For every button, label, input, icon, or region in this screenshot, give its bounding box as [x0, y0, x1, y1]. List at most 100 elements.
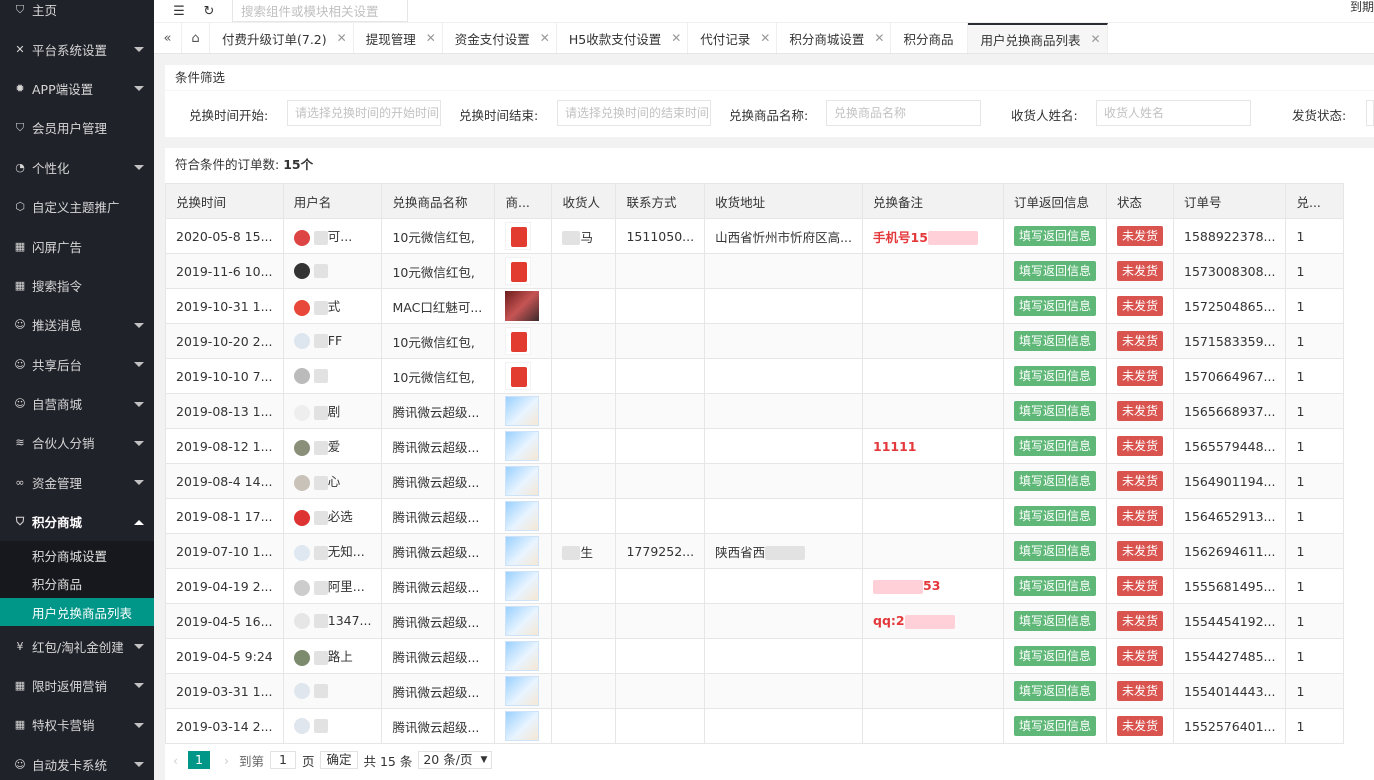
cloud-thumbnail[interactable]: [505, 641, 540, 671]
fill-return-info-button[interactable]: 填写返回信息: [1014, 506, 1097, 526]
column-header[interactable]: 状态: [1106, 183, 1175, 219]
column-header[interactable]: 收货地址: [704, 183, 863, 219]
tab[interactable]: 积分商品: [891, 23, 969, 53]
fill-return-info-button[interactable]: 填写返回信息: [1014, 716, 1097, 736]
sidebar-item[interactable]: ✕ 平台系统设置: [0, 29, 154, 68]
cloud-thumbnail[interactable]: [505, 431, 540, 461]
fill-return-info-button[interactable]: 填写返回信息: [1014, 366, 1097, 386]
receiver-name-input[interactable]: 收货人姓名: [1096, 100, 1251, 126]
red-envelope-thumbnail[interactable]: [505, 257, 532, 285]
close-icon[interactable]: ✕: [540, 31, 550, 45]
close-icon[interactable]: ✕: [426, 31, 436, 45]
column-header[interactable]: 兑换备注: [862, 183, 1004, 219]
column-header[interactable]: 订单号: [1173, 183, 1287, 219]
prev-page-button[interactable]: ‹: [173, 753, 178, 768]
sidebar-item[interactable]: ▦ 闪屏广告: [0, 226, 154, 265]
column-header[interactable]: 商...: [494, 183, 553, 219]
sidebar-item[interactable]: ▦ 限时返佣营销: [0, 666, 154, 705]
fill-return-info-button[interactable]: 填写返回信息: [1014, 331, 1097, 351]
cell-thumb: [494, 428, 553, 464]
fill-return-info-button[interactable]: 填写返回信息: [1014, 436, 1097, 456]
column-header[interactable]: 用户名: [282, 183, 383, 219]
sidebar-item[interactable]: ▦ 搜索指令: [0, 266, 154, 305]
sidebar-item[interactable]: ⛉ 会员用户管理: [0, 108, 154, 147]
close-icon[interactable]: ✕: [671, 31, 681, 45]
tab[interactable]: H5收款支付设置 ✕: [557, 23, 689, 53]
column-header[interactable]: 收货人: [551, 183, 617, 219]
ship-status-select[interactable]: [1366, 100, 1374, 126]
start-time-input[interactable]: 请选择兑换时间的开始时间: [287, 100, 441, 126]
fill-return-info-button[interactable]: 填写返回信息: [1014, 471, 1097, 491]
tab[interactable]: 代付记录 ✕: [688, 23, 778, 53]
close-icon[interactable]: ✕: [1090, 32, 1100, 46]
cloud-thumbnail[interactable]: [505, 676, 540, 706]
fill-return-info-button[interactable]: 填写返回信息: [1014, 401, 1097, 421]
tab[interactable]: 付费升级订单(7.2) ✕: [210, 23, 354, 53]
goto-confirm-button[interactable]: 确定: [320, 751, 358, 769]
cloud-thumbnail[interactable]: [505, 606, 540, 636]
cell-status: 未发货: [1106, 533, 1175, 569]
red-envelope-thumbnail[interactable]: [505, 362, 532, 390]
red-envelope-thumbnail[interactable]: [505, 222, 532, 250]
tab[interactable]: 用户兑换商品列表 ✕: [968, 23, 1108, 53]
page-size-select[interactable]: 20 条/页: [418, 751, 493, 769]
menu-toggle-icon[interactable]: ☰: [164, 0, 194, 22]
end-time-input[interactable]: 请选择兑换时间的结束时间: [557, 100, 711, 126]
sidebar-item[interactable]: ☺ 共享后台: [0, 345, 154, 384]
fill-return-info-button[interactable]: 填写返回信息: [1014, 541, 1097, 561]
sidebar-item[interactable]: ☺ 自营商城: [0, 384, 154, 423]
sidebar-subitem[interactable]: 积分商品: [0, 570, 154, 598]
cloud-thumbnail[interactable]: [505, 501, 540, 531]
sidebar-item[interactable]: ≋ 合伙人分销: [0, 423, 154, 462]
cell-user: 必选: [282, 498, 383, 534]
tab[interactable]: 提现管理 ✕: [354, 23, 443, 53]
column-header[interactable]: 兑...: [1285, 183, 1345, 219]
sidebar-item-label: 特权卡营销: [32, 718, 95, 734]
current-page-button[interactable]: 1: [188, 751, 210, 769]
goto-page-input[interactable]: 1: [269, 751, 296, 769]
fill-return-info-button[interactable]: 填写返回信息: [1014, 226, 1097, 246]
sidebar-subitem[interactable]: 积分商城设置: [0, 541, 154, 569]
fill-return-info-button[interactable]: 填写返回信息: [1014, 261, 1097, 281]
cell-receiver: [551, 253, 617, 289]
sidebar-item[interactable]: ⛉ 积分商城: [0, 502, 154, 541]
lipstick-thumbnail[interactable]: [505, 291, 540, 321]
sidebar-item[interactable]: ▦ 特权卡营销: [0, 705, 154, 744]
fill-return-info-button[interactable]: 填写返回信息: [1014, 296, 1097, 316]
refresh-icon[interactable]: ↻: [194, 0, 224, 22]
goods-name-input[interactable]: 兑换商品名称: [826, 100, 981, 126]
sidebar-item[interactable]: ☺ 推送消息: [0, 305, 154, 344]
next-page-button[interactable]: ›: [224, 753, 229, 768]
sidebar-item[interactable]: ☺ 自动发卡系统: [0, 745, 154, 780]
cloud-thumbnail[interactable]: [505, 571, 540, 601]
home-icon[interactable]: ⌂: [182, 23, 210, 53]
column-header[interactable]: 兑换时间: [165, 183, 284, 219]
tabs-scroll-left-icon[interactable]: «: [154, 23, 182, 53]
fill-return-info-button[interactable]: 填写返回信息: [1014, 611, 1097, 631]
fill-return-info-button[interactable]: 填写返回信息: [1014, 576, 1097, 596]
cloud-thumbnail[interactable]: [505, 536, 540, 566]
sidebar-subitem[interactable]: 用户兑换商品列表: [0, 598, 154, 627]
close-icon[interactable]: ✕: [337, 31, 347, 45]
sidebar-item[interactable]: ¥ 红包/淘礼金创建: [0, 626, 154, 665]
column-header[interactable]: 联系方式: [615, 183, 706, 219]
close-icon[interactable]: ✕: [760, 31, 770, 45]
fill-return-info-button[interactable]: 填写返回信息: [1014, 681, 1097, 701]
tab[interactable]: 资金支付设置 ✕: [443, 23, 557, 53]
red-envelope-thumbnail[interactable]: [505, 327, 532, 355]
cloud-thumbnail[interactable]: [505, 466, 540, 496]
column-header[interactable]: 订单返回信息: [1002, 183, 1108, 219]
sidebar-item[interactable]: ∞ 资金管理: [0, 463, 154, 502]
column-header[interactable]: 兑换商品名称: [381, 183, 496, 219]
fill-return-info-button[interactable]: 填写返回信息: [1014, 646, 1097, 666]
search-input[interactable]: 搜索组件或模块相关设置: [232, 0, 408, 22]
sidebar-item[interactable]: ✹ APP端设置: [0, 69, 154, 108]
tab[interactable]: 积分商城设置 ✕: [777, 23, 892, 53]
close-icon[interactable]: ✕: [874, 31, 884, 45]
sidebar-item[interactable]: ⬡ 自定义主题推广: [0, 187, 154, 226]
sidebar-item[interactable]: ⛉ 主页: [0, 0, 154, 29]
cloud-thumbnail[interactable]: [505, 396, 540, 426]
cell-order: 1554014443...: [1173, 673, 1287, 709]
sidebar-item[interactable]: ◔ 个性化: [0, 148, 154, 187]
cloud-thumbnail[interactable]: [505, 711, 540, 741]
